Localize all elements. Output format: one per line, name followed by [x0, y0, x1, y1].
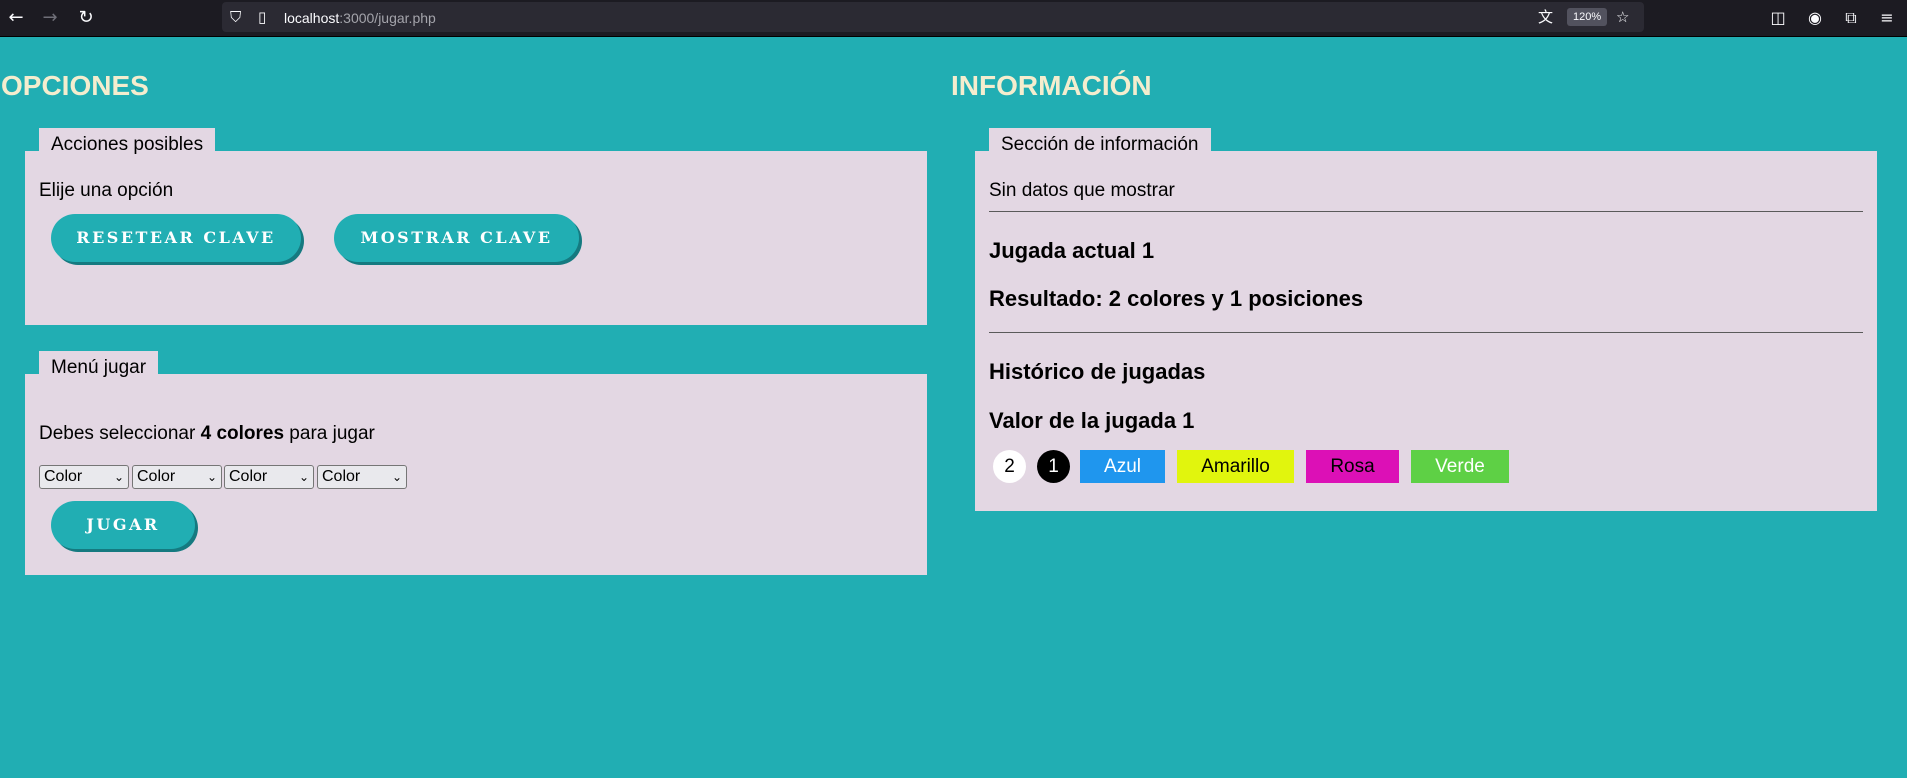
color-select-3-value: Color [229, 468, 268, 485]
reset-key-button[interactable]: RESETEAR CLAVE [51, 214, 301, 262]
shield-icon[interactable]: ⛉ [230, 6, 241, 28]
informacion-title: INFORMACIÓN [951, 70, 1152, 101]
chevron-down-icon: ⌄ [206, 470, 217, 484]
color-chip-verde: Verde [1411, 450, 1509, 483]
chevron-down-icon: ⌄ [391, 470, 402, 484]
color-select-3[interactable]: Color ⌄ [224, 465, 314, 489]
menu-instructions: Debes seleccionar 4 colores para jugar [39, 423, 375, 445]
instr-before: Debes seleccionar [39, 423, 201, 444]
page-icon[interactable]: ▯ [258, 6, 266, 28]
opciones-title: OPCIONES [1, 70, 149, 101]
black-peg-count: 1 [1037, 450, 1070, 483]
address-bar[interactable]: ⛉ ▯ localhost:3000/jugar.php 文 120% ☆ [222, 2, 1644, 32]
color-chip-rosa: Rosa [1306, 450, 1399, 483]
chevron-down-icon: ⌄ [113, 470, 124, 484]
color-select-2-value: Color [137, 468, 176, 485]
url-host: localhost [284, 10, 340, 26]
current-move-heading: Jugada actual 1 [989, 238, 1155, 263]
url-path: :3000/jugar.php [339, 10, 436, 26]
translate-icon[interactable]: 文 [1538, 6, 1553, 28]
bookmark-star-icon[interactable]: ☆ [1616, 6, 1629, 28]
pocket-icon[interactable]: ◫ [1766, 6, 1790, 30]
show-key-button[interactable]: MOSTRAR CLAVE [334, 214, 579, 262]
color-chip-azul: Azul [1080, 450, 1165, 483]
white-peg-count: 2 [993, 450, 1026, 483]
account-icon[interactable]: ◉ [1803, 6, 1827, 30]
color-select-4-value: Color [322, 468, 361, 485]
url-text[interactable]: localhost:3000/jugar.php [284, 10, 436, 26]
history-heading: Histórico de jugadas [989, 359, 1206, 384]
menu-hamburger-icon[interactable]: ≡ [1875, 6, 1899, 30]
color-select-2[interactable]: Color ⌄ [132, 465, 222, 489]
zoom-badge[interactable]: 120% [1567, 8, 1608, 26]
instr-bold: 4 colores [200, 423, 285, 444]
color-select-1-value: Color [44, 468, 83, 485]
color-select-4[interactable]: Color ⌄ [317, 465, 407, 489]
back-arrow-icon[interactable]: ← [4, 6, 28, 30]
info-legend: Sección de información [989, 128, 1211, 155]
info-empty-text: Sin datos que mostrar [989, 180, 1175, 201]
divider [989, 332, 1863, 333]
result-heading: Resultado: 2 colores y 1 posiciones [989, 286, 1364, 311]
divider [989, 211, 1863, 212]
color-select-1[interactable]: Color ⌄ [39, 465, 129, 489]
reload-icon[interactable]: ↻ [74, 6, 98, 30]
chevron-down-icon: ⌄ [298, 470, 309, 484]
forward-arrow-icon[interactable]: → [38, 6, 62, 30]
extensions-icon[interactable]: ⧉ [1839, 6, 1863, 30]
play-button[interactable]: JUGAR [51, 501, 195, 549]
move-value-heading: Valor de la jugada 1 [989, 408, 1195, 433]
browser-toolbar: ← → ↻ ⛉ ▯ localhost:3000/jugar.php 文 120… [0, 0, 1907, 37]
acciones-legend: Acciones posibles [39, 128, 216, 155]
menu-jugar-legend: Menú jugar [39, 351, 159, 378]
instr-after: para jugar [284, 423, 375, 444]
color-chip-amarillo: Amarillo [1177, 450, 1294, 483]
acciones-prompt: Elije una opción [39, 180, 174, 201]
